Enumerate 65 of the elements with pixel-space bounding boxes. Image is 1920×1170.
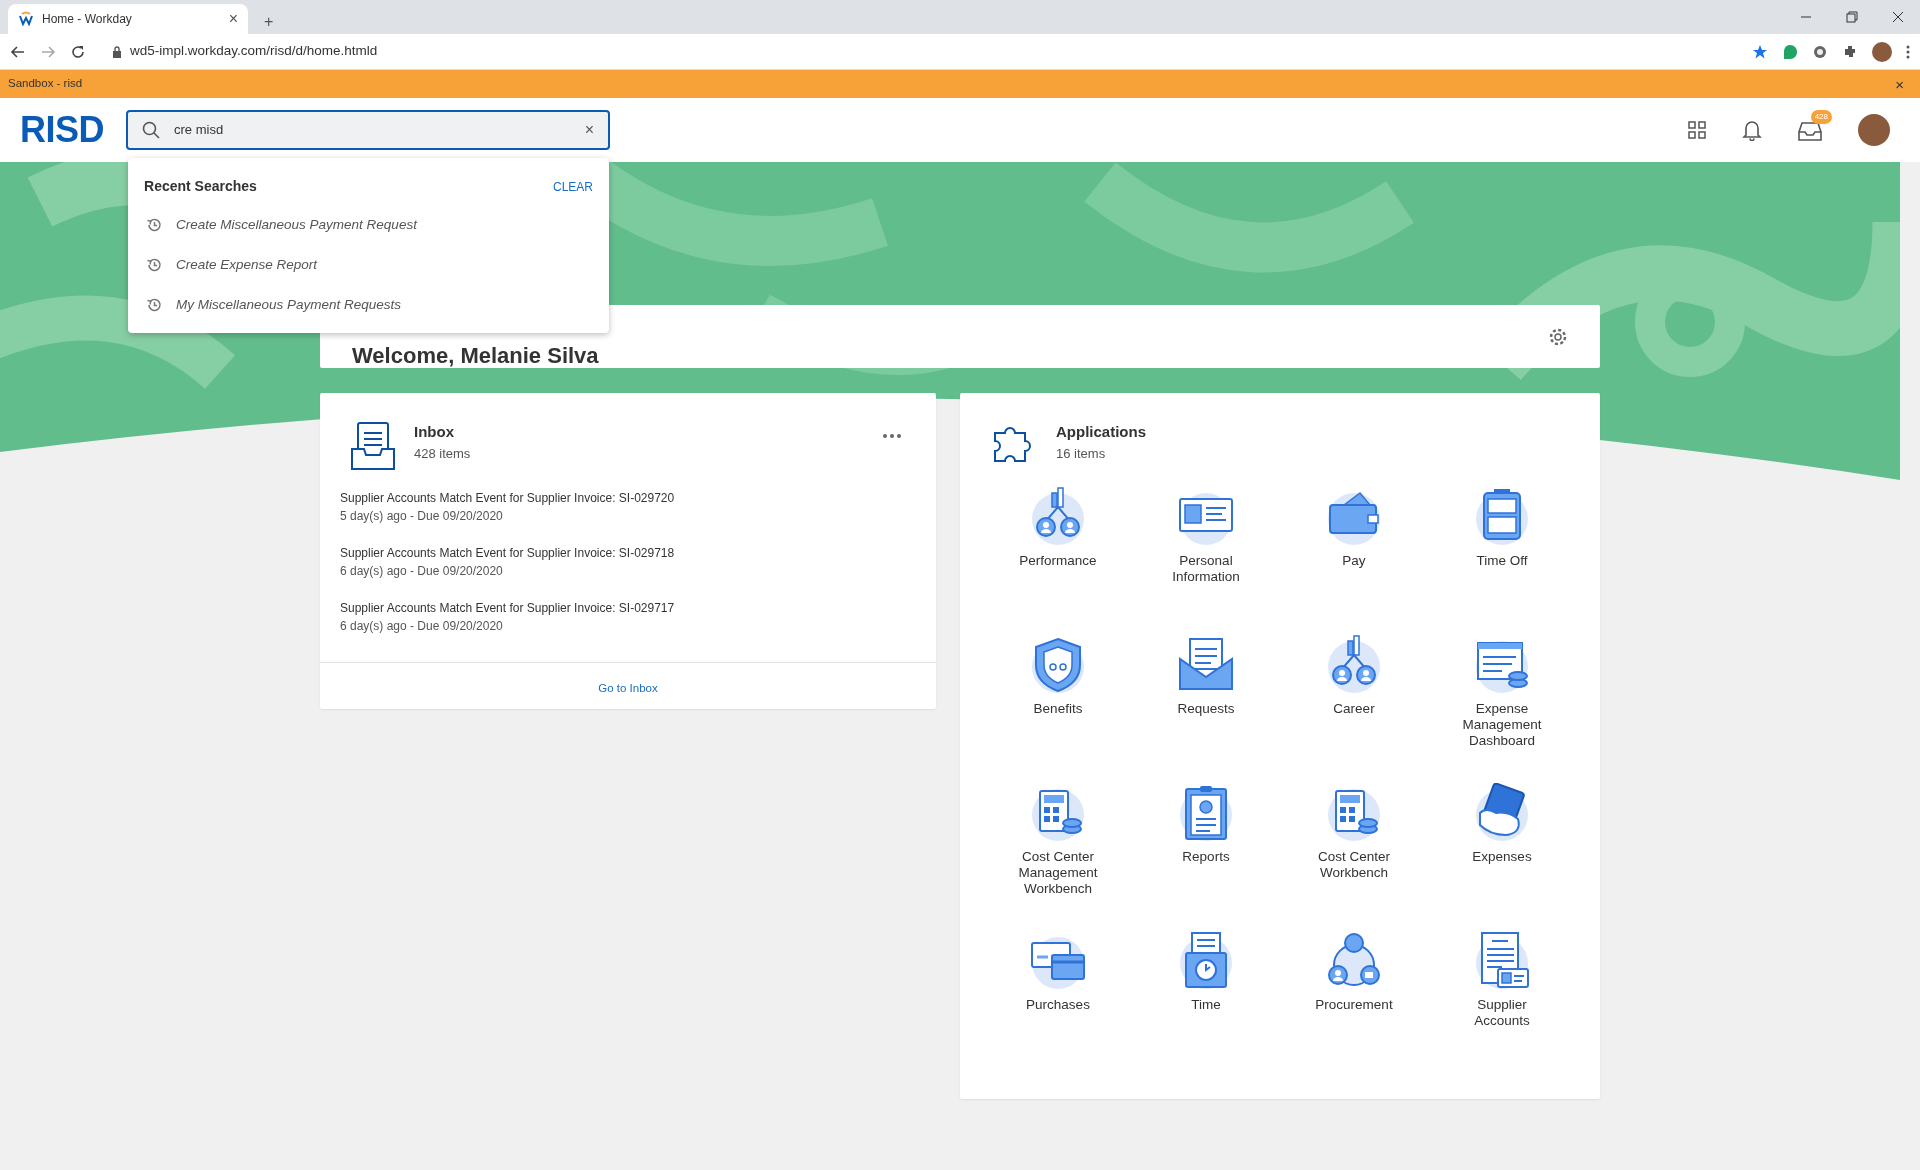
app-tile[interactable]: Requests [1132, 635, 1280, 783]
inbox-item-meta: 6 day(s) ago - Due 09/20/2020 [340, 618, 504, 635]
app-tile[interactable]: Personal Information [1132, 487, 1280, 635]
profile-avatar[interactable] [1872, 41, 1892, 62]
app-tile[interactable]: Purchases [984, 931, 1132, 1079]
inbox-tray-icon[interactable] [1798, 120, 1822, 141]
app-tile[interactable]: Cost Center Workbench [1280, 783, 1428, 931]
app-tile[interactable]: Procurement [1280, 931, 1428, 1079]
app-tile[interactable]: Time [1132, 931, 1280, 1079]
more-icon [882, 432, 902, 439]
app-tile[interactable]: Pay [1280, 487, 1428, 635]
apps-grid-icon[interactable] [1688, 121, 1706, 139]
search-icon [142, 121, 160, 139]
close-icon[interactable] [1892, 11, 1904, 23]
restore-icon[interactable] [1846, 11, 1858, 23]
app-tile[interactable]: Benefits [984, 635, 1132, 783]
app-tile[interactable]: Time Off [1428, 487, 1576, 635]
app-tile[interactable]: Supplier Accounts [1428, 931, 1576, 1079]
clear-link[interactable]: CLEAR [553, 177, 593, 196]
inbox-item-title[interactable]: Supplier Accounts Match Event for Supplier Invoice: SI-029717 [340, 599, 916, 617]
inbox-item-title[interactable]: Supplier Accounts Match Event for Supplier Invoice: SI-029720 [340, 489, 916, 507]
history-icon [146, 297, 162, 313]
settings-icon[interactable] [1548, 326, 1568, 347]
item-count: 428 items [414, 444, 471, 463]
logo[interactable]: RISD [20, 103, 104, 157]
banner-text: Sandbox - risd [8, 76, 83, 92]
extension-icon[interactable] [1812, 43, 1828, 60]
recent-search-item[interactable]: Create Miscellaneous Payment Request [144, 205, 593, 245]
new-tab-button[interactable]: + [264, 14, 274, 30]
card-title: Inbox [414, 422, 455, 442]
go-to-inbox-link[interactable]: Go to Inbox [598, 682, 658, 694]
notifications-icon[interactable] [1742, 119, 1762, 141]
back-icon[interactable] [10, 43, 26, 60]
app-tile[interactable]: Expense Management Dashboard [1428, 635, 1576, 783]
star-icon[interactable] [1752, 43, 1768, 60]
close-tab-button[interactable]: × [228, 11, 238, 27]
history-icon [146, 257, 162, 273]
app-tile[interactable]: Expenses [1428, 783, 1576, 931]
welcome-title: Welcome, Melanie Silva [352, 342, 599, 370]
clear-search-button[interactable]: × [584, 122, 594, 138]
recent-search-item[interactable]: My Miscellaneous Payment Requests [144, 285, 593, 325]
reload-icon[interactable] [70, 43, 86, 60]
app-tile[interactable]: Reports [1132, 783, 1280, 931]
app-tile[interactable]: Cost Center Management Workbench [984, 783, 1132, 931]
inbox-item-meta: 5 day(s) ago - Due 09/20/2020 [340, 508, 504, 525]
dropdown-title: Recent Searches [144, 177, 257, 196]
history-icon [146, 217, 162, 233]
extension-icon[interactable] [1782, 43, 1798, 60]
menu-icon[interactable] [1906, 43, 1910, 60]
inbox-item-title[interactable]: Supplier Accounts Match Event for Supplier Invoice: SI-029718 [340, 544, 916, 562]
app-tile[interactable]: Career [1280, 635, 1428, 783]
card-title: Applications [1056, 422, 1146, 442]
recent-search-item[interactable]: Create Expense Report [144, 245, 593, 285]
item-count: 16 items [1056, 444, 1107, 463]
user-avatar[interactable] [1858, 114, 1890, 146]
close-button[interactable]: × [1895, 76, 1904, 92]
inbox-item-meta: 6 day(s) ago - Due 09/20/2020 [340, 563, 504, 580]
app-tile[interactable]: Performance [984, 487, 1132, 635]
url-text[interactable]: wd5-impl.workday.com/risd/d/home.htmld [130, 41, 378, 62]
tab-title: Home - Workday [42, 11, 133, 28]
favicon-icon [18, 11, 34, 27]
browser-tab[interactable]: Home - Workday × [8, 4, 248, 34]
lock-icon [112, 45, 122, 58]
inbox-icon [350, 421, 396, 471]
inbox-count-badge: 428 [1810, 110, 1832, 124]
